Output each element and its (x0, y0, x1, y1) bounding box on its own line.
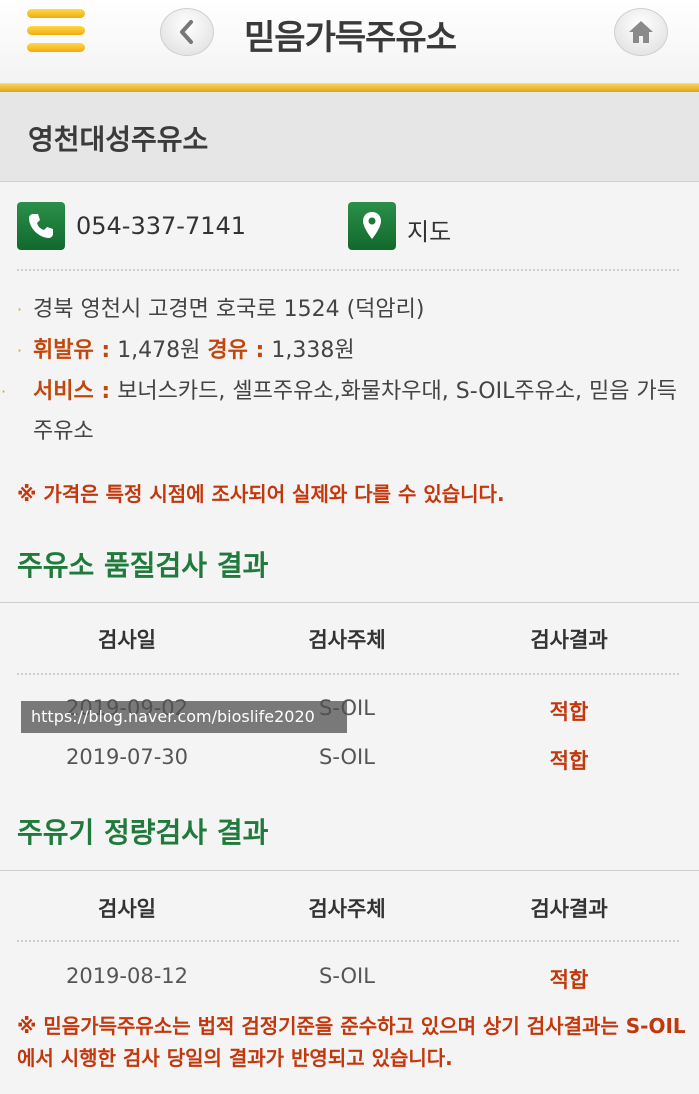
service-label: 서비스 : (33, 379, 111, 404)
map-button[interactable] (348, 202, 396, 250)
footer-note: ※ 믿음가득주유소는 법적 검정기준을 준수하고 있으며 상기 검사결과는 S-… (17, 1014, 686, 1070)
header-accent-bar (0, 84, 699, 92)
page-title: 믿음가득주유소 (244, 18, 457, 58)
gasoline-price: 1,478원 (117, 338, 201, 363)
station-header: 영천대성주유소 (0, 92, 699, 182)
quality-header-agency: 검사주체 (308, 628, 386, 652)
metering-header-agency: 검사주체 (308, 897, 386, 921)
price-notice: ※ 가격은 특정 시점에 조사되어 실제와 다를 수 있습니다. (17, 482, 505, 506)
phone-button[interactable] (17, 202, 65, 250)
watermark: https://blog.naver.com/bioslife2020 (21, 701, 347, 733)
address: 경북 영천시 고경면 호국로 1524 (덕암리) (33, 297, 425, 322)
quality-date: 2019-07-30 (65, 745, 189, 769)
app-header: 믿음가득주유소 (0, 0, 699, 84)
quality-agency: S-OIL (319, 745, 375, 769)
price-line: · 휘발유 : 1,478원 경유 : 1,338원 (17, 331, 682, 371)
quality-section-title: 주유소 품질검사 결과 (17, 549, 269, 582)
service-list: 보너스카드, 셀프주유소,화물차우대, S-OIL주유소, 믿음 가득 주유소 (33, 379, 677, 444)
contact-row: 054-337-7141 지도 (0, 182, 699, 272)
service-line: · 서비스 : 보너스카드, 셀프주유소,화물차우대, S-OIL주유소, 믿음 … (1, 372, 682, 452)
phone-icon (29, 214, 53, 238)
divider (17, 940, 679, 942)
station-name: 영천대성주유소 (28, 123, 209, 156)
gasoline-label: 휘발유 : (33, 338, 111, 363)
quality-header-date: 검사일 (98, 628, 156, 652)
bullet-icon: · (17, 341, 23, 360)
quality-result: 적합 (549, 749, 589, 773)
map-pin-icon (363, 212, 381, 239)
address-line: · 경북 영천시 고경면 호국로 1524 (덕암리) (17, 290, 682, 330)
bullet-icon: · (1, 382, 7, 401)
divider (17, 673, 679, 675)
bullet-icon: · (17, 300, 23, 319)
menu-icon[interactable] (27, 9, 85, 53)
phone-number[interactable]: 054-337-7141 (76, 212, 246, 240)
map-link[interactable]: 지도 (407, 212, 451, 247)
metering-header-date: 검사일 (98, 897, 156, 921)
home-icon (629, 21, 653, 43)
back-button[interactable] (160, 8, 214, 56)
diesel-price: 1,338원 (271, 338, 355, 363)
chevron-left-icon (180, 20, 193, 44)
metering-date: 2019-08-12 (65, 964, 189, 988)
divider (17, 269, 679, 271)
quality-result: 적합 (549, 700, 589, 724)
metering-header-result: 검사결과 (530, 897, 608, 921)
metering-agency: S-OIL (319, 964, 375, 988)
home-button[interactable] (614, 8, 668, 56)
section-divider (0, 870, 699, 871)
metering-result: 적합 (549, 968, 589, 992)
metering-section-title: 주유기 정량검사 결과 (17, 816, 269, 849)
section-divider (0, 602, 699, 603)
diesel-label: 경유 : (207, 338, 265, 363)
quality-header-result: 검사결과 (530, 628, 608, 652)
